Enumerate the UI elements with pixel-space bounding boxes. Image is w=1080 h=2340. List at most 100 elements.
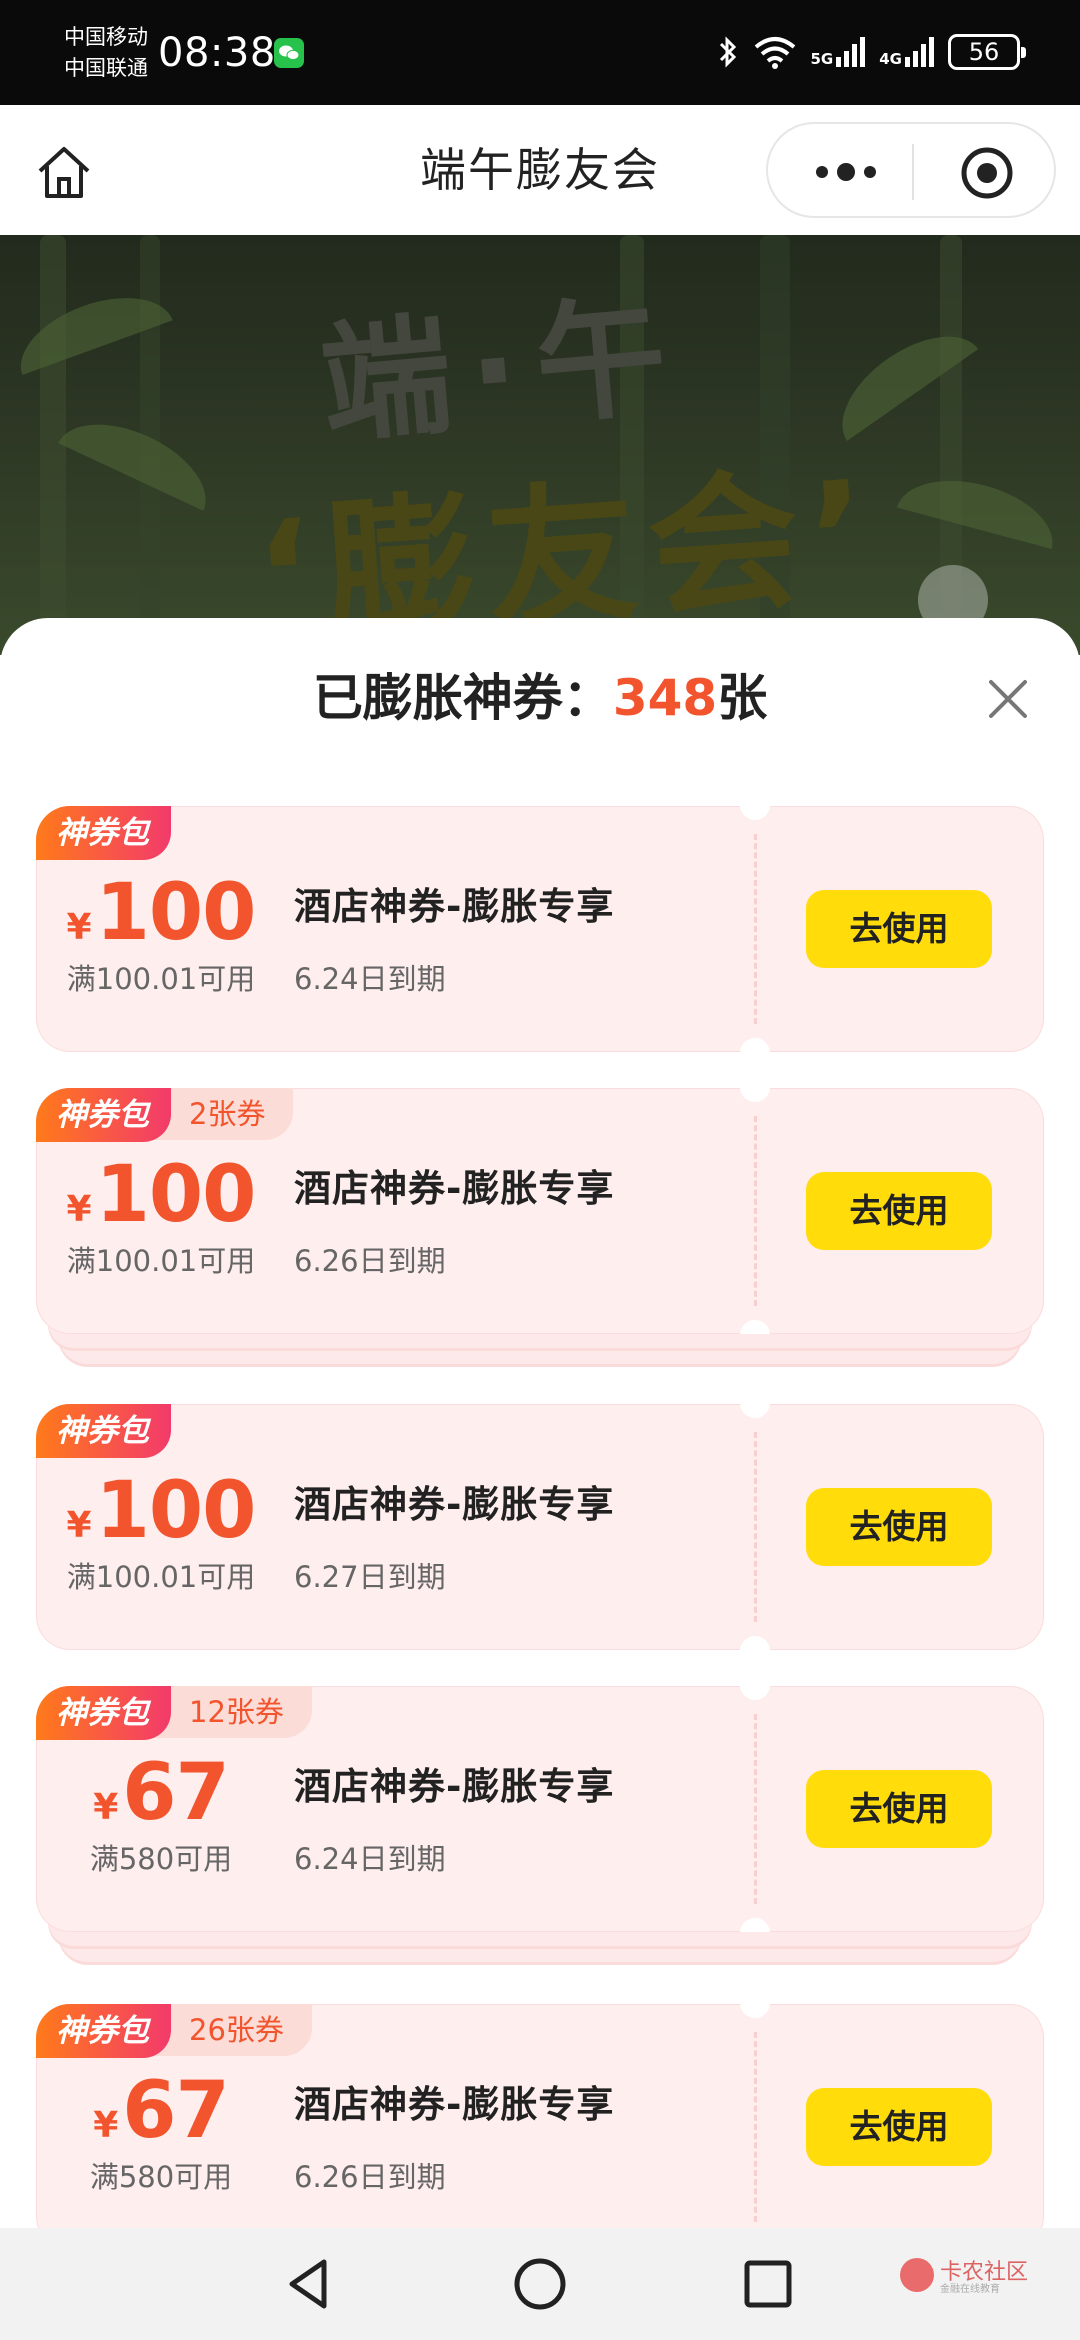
coupon-card: 神券包 2张券 ¥100 满100.01可用 酒店神券-膨胀专享 6.26日到期 去使用 — [36, 1088, 1044, 1388]
wechat-notification-icon — [274, 38, 304, 68]
perforation — [754, 2032, 757, 2222]
capsule-divider — [912, 144, 914, 200]
coupon-card: 神券包 ¥100 满100.01可用 酒店神券-膨胀专享 6.27日到期 去使用 — [36, 1404, 1044, 1704]
close-miniprogram-icon[interactable] — [960, 146, 1014, 200]
coupon-tag-label: 神券包 — [36, 1088, 171, 1142]
coupon-condition: 满100.01可用 — [66, 962, 256, 996]
coupon-card: 神券包 26张券 ¥67 满580可用 酒店神券-膨胀专享 6.26日到期 去使用 — [36, 2004, 1044, 2228]
wifi-icon — [754, 37, 795, 69]
more-icon[interactable] — [810, 152, 882, 192]
coupon-card: 神券包 ¥100 满100.01可用 酒店神券-膨胀专享 6.24日到期 去使用 — [36, 806, 1044, 1106]
coupon-amount: ¥100 — [36, 868, 286, 958]
carrier-1: 中国移动 — [64, 25, 148, 49]
event-banner: 端·午 ‘膨友会’ — [0, 235, 1080, 655]
carrier-2: 中国联通 — [64, 56, 148, 80]
net-4g-label: 4G — [879, 50, 902, 68]
currency-symbol: ¥ — [93, 2105, 119, 2146]
coupon-tag: 神券包 12张券 — [36, 1686, 312, 1740]
coupon-condition: 满580可用 — [89, 1842, 233, 1876]
bluetooth-icon — [719, 36, 736, 68]
coupon-tag-label: 神券包 — [36, 2004, 171, 2058]
coupon-tag: 神券包 2张券 — [36, 1088, 294, 1142]
use-coupon-button[interactable]: 去使用 — [806, 1488, 992, 1566]
signal-5g: 5G — [811, 37, 866, 67]
coupon-body: 神券包 ¥100 满100.01可用 酒店神券-膨胀专享 6.24日到期 去使用 — [36, 806, 1044, 1052]
close-icon[interactable] — [985, 676, 1031, 722]
coupon-condition: 满100.01可用 — [66, 1244, 256, 1278]
coupon-notch — [740, 1404, 770, 1418]
coupon-expiry: 6.24日到期 — [294, 1842, 446, 1876]
status-icons: 5G 4G 56 — [717, 30, 1026, 74]
use-coupon-button[interactable]: 去使用 — [806, 2088, 992, 2166]
coupon-amount: ¥100 — [36, 1466, 286, 1556]
coupon-value: 100 — [95, 1466, 257, 1556]
coupon-condition: 满580可用 — [89, 2160, 233, 2194]
coupon-value: 67 — [122, 2066, 230, 2156]
header-suffix: 张 — [717, 669, 768, 727]
coupon-body: 神券包 ¥100 满100.01可用 酒店神券-膨胀专享 6.27日到期 去使用 — [36, 1404, 1044, 1650]
recent-apps-icon[interactable] — [738, 2254, 798, 2314]
coupon-notch — [740, 1038, 770, 1052]
coupon-name: 酒店神券-膨胀专享 — [294, 2083, 615, 2126]
perforation — [754, 1116, 757, 1306]
currency-symbol: ¥ — [66, 1189, 92, 1230]
coupon-card: 神券包 12张券 ¥67 满580可用 酒店神券-膨胀专享 6.24日到期 去使用 — [36, 1686, 1044, 1986]
use-coupon-button[interactable]: 去使用 — [806, 890, 992, 968]
coupon-notch — [740, 1918, 770, 1932]
coupon-notch — [740, 1088, 770, 1102]
coupon-value: 100 — [95, 1150, 257, 1240]
coupon-body: 神券包 12张券 ¥67 满580可用 酒店神券-膨胀专享 6.24日到期 去使用 — [36, 1686, 1044, 1932]
coupon-sheet: 已膨胀神券：348张 神券包 ¥100 满100.01可用 酒店神券-膨胀专享 6.24… — [0, 618, 1080, 2228]
coupon-tag: 神券包 — [36, 806, 171, 860]
coupon-expiry: 6.26日到期 — [294, 1244, 446, 1278]
coupon-notch — [740, 806, 770, 820]
coupon-quantity-badge: 2张券 — [151, 1088, 294, 1140]
use-coupon-button[interactable]: 去使用 — [806, 1770, 992, 1848]
perforation — [754, 1432, 757, 1622]
currency-symbol: ¥ — [66, 907, 92, 948]
status-clock: 08:38 — [158, 30, 276, 76]
coupon-tag-label: 神券包 — [36, 1686, 171, 1740]
coupon-tag-label: 神券包 — [36, 1404, 171, 1458]
coupon-body: 神券包 26张券 ¥67 满580可用 酒店神券-膨胀专享 6.26日到期 去使用 — [36, 2004, 1044, 2228]
coupon-amount: ¥100 — [36, 1150, 286, 1240]
back-icon[interactable] — [280, 2254, 340, 2314]
coupon-notch — [740, 1686, 770, 1700]
coupon-notch — [740, 1636, 770, 1650]
coupon-amount: ¥67 — [36, 1748, 286, 1838]
coupon-name: 酒店神券-膨胀专享 — [294, 885, 615, 928]
battery-indicator: 56 — [948, 34, 1026, 70]
coupon-condition: 满100.01可用 — [66, 1560, 256, 1594]
coupon-tag: 神券包 — [36, 1404, 171, 1458]
watermark: 卡农社区 金融在线教育 — [900, 2250, 1040, 2300]
perforation — [754, 1714, 757, 1904]
coupon-value: 100 — [95, 868, 257, 958]
sheet-header: 已膨胀神券：348张 — [0, 666, 1080, 730]
signal-bars-icon — [836, 37, 866, 67]
coupon-name: 酒店神券-膨胀专享 — [294, 1483, 615, 1526]
coupon-quantity-badge: 26张券 — [151, 2004, 312, 2056]
coupon-quantity-badge: 12张券 — [151, 1686, 312, 1738]
home-icon[interactable] — [32, 141, 96, 205]
use-coupon-button[interactable]: 去使用 — [806, 1172, 992, 1250]
title-bar: 端午膨友会 — [0, 105, 1080, 235]
home-circle-icon[interactable] — [510, 2254, 570, 2314]
coupon-count: 348 — [612, 669, 718, 727]
coupon-tag: 神券包 26张券 — [36, 2004, 312, 2058]
miniprogram-capsule — [766, 122, 1056, 218]
coupon-amount: ¥67 — [36, 2066, 286, 2156]
coupon-name: 酒店神券-膨胀专享 — [294, 1765, 615, 1808]
watermark-subtext: 金融在线教育 — [940, 2284, 1000, 2295]
signal-4g: 4G — [879, 37, 934, 67]
coupon-tag-label: 神券包 — [36, 806, 171, 860]
currency-symbol: ¥ — [93, 1787, 119, 1828]
signal-bars-icon — [905, 37, 934, 67]
coupon-name: 酒店神券-膨胀专享 — [294, 1167, 615, 1210]
coupon-body: 神券包 2张券 ¥100 满100.01可用 酒店神券-膨胀专享 6.26日到期 去使用 — [36, 1088, 1044, 1334]
header-prefix: 已膨胀神券： — [312, 669, 613, 727]
perforation — [754, 834, 757, 1024]
coupon-expiry: 6.27日到期 — [294, 1560, 446, 1594]
watermark-logo-icon — [900, 2258, 934, 2292]
coupon-value: 67 — [122, 1748, 230, 1838]
coupon-notch — [740, 2004, 770, 2018]
